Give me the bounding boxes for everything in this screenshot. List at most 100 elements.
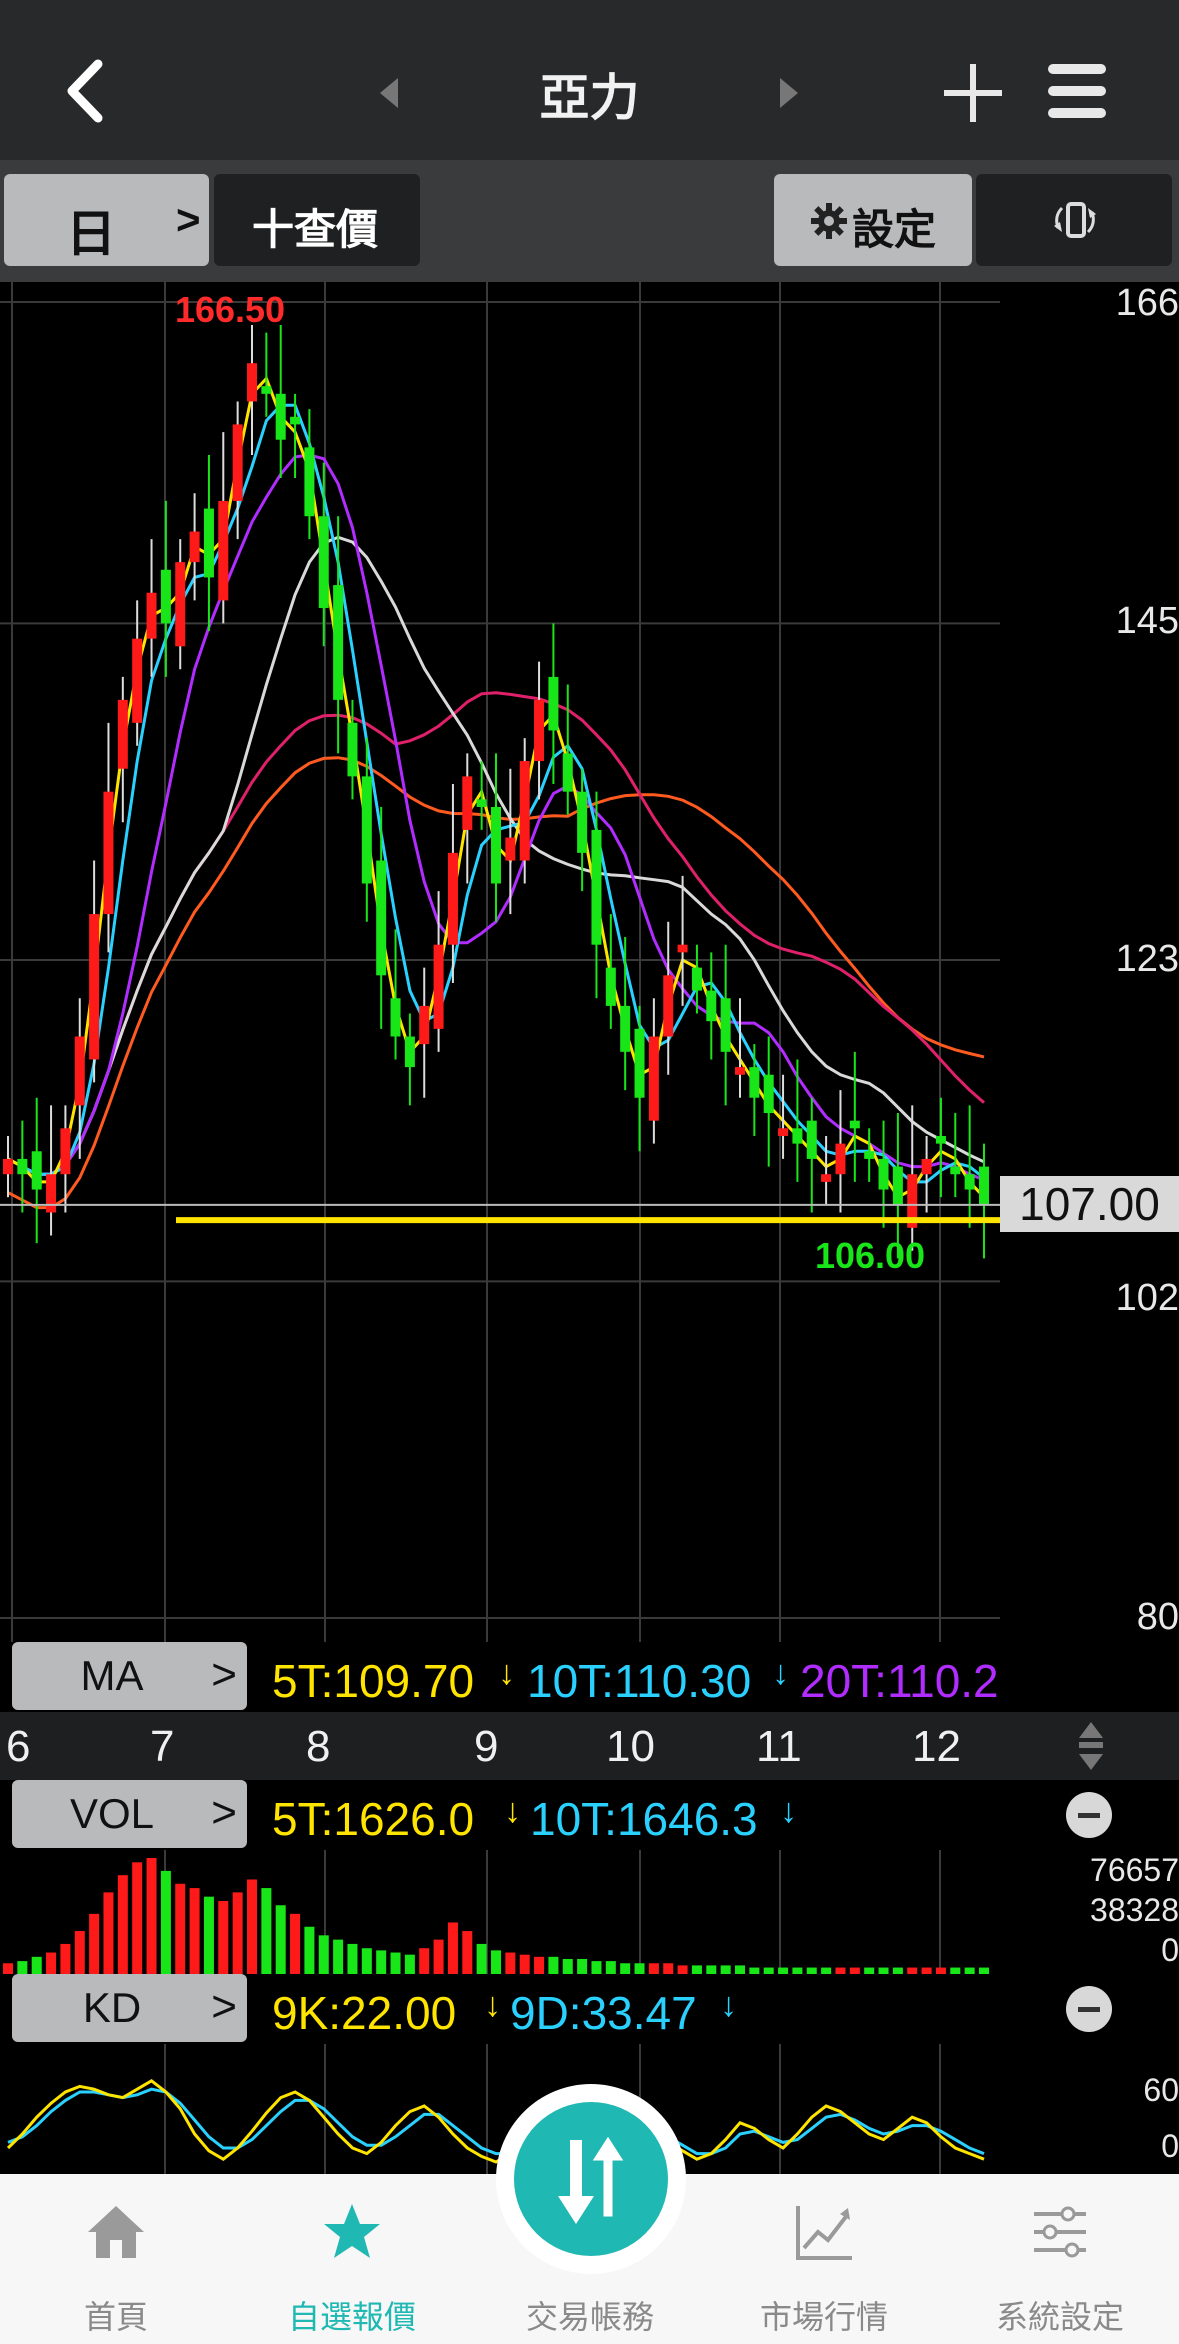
volume-bar [677, 1965, 688, 1974]
candle-body [778, 1128, 789, 1136]
volume-bar [203, 1896, 214, 1974]
triangle-right-icon[interactable] [776, 76, 800, 110]
volume-bar [103, 1892, 114, 1974]
volume-pane [0, 1850, 1000, 1974]
candle-body [648, 1036, 659, 1121]
period-label: 日 [66, 206, 116, 262]
kd-button[interactable]: KD > [12, 1974, 247, 2042]
candle-body [577, 791, 588, 853]
candle-body [821, 1174, 832, 1182]
candle-body [347, 722, 358, 777]
volume-tick: 38328 [1090, 1892, 1179, 1928]
volume-bar [318, 1935, 329, 1974]
candle-body [892, 1166, 903, 1205]
candle-body [505, 837, 516, 861]
candle-body [849, 1120, 860, 1129]
vol-button[interactable]: VOL > [12, 1780, 247, 1848]
ma5-arrow-icon: ↓ [498, 1654, 515, 1692]
candle-body [691, 967, 702, 991]
volume-bar [462, 1931, 473, 1974]
candle-body [979, 1166, 989, 1205]
volume-bar [591, 1961, 602, 1974]
candle-body [275, 393, 286, 440]
volume-bar [60, 1943, 71, 1974]
candle-body [404, 1036, 415, 1068]
price-tick-label: 145 [1115, 600, 1179, 642]
volume-bar [419, 1948, 430, 1974]
tab-settings[interactable]: 系統設定 [960, 2174, 1160, 2344]
tab-settings-label: 系統設定 [995, 2299, 1124, 2335]
candle-body [89, 914, 100, 1060]
candle-body [720, 998, 731, 1052]
volume-bar [361, 1948, 372, 1974]
gear-icon [811, 203, 847, 239]
volume-bar [519, 1954, 530, 1974]
vol10-value: 10T:1646.3 [530, 1793, 758, 1845]
candle-body [462, 776, 473, 830]
k-value: 9K:22.00 [272, 1987, 457, 2039]
candle-body [964, 1174, 975, 1190]
collapse-kd-icon[interactable] [1066, 1986, 1112, 2032]
candle-body [333, 585, 344, 700]
volume-axis: 76657 38328 0 [1000, 1850, 1179, 1974]
volume-bar [634, 1963, 645, 1974]
candle-body [60, 1128, 71, 1175]
candle-body [419, 1005, 430, 1045]
volume-bar [146, 1858, 157, 1974]
tab-home-label: 首頁 [83, 2299, 148, 2335]
candle-body [476, 799, 487, 807]
tab-market-label: 市場行情 [759, 2299, 888, 2335]
volume-bar [447, 1922, 458, 1974]
volume-bar [117, 1875, 128, 1974]
candle-body [390, 998, 401, 1037]
d-line [7, 2087, 985, 2156]
ma5-value: 5T:109.70 [272, 1655, 475, 1707]
candle-body [935, 1135, 946, 1144]
plus-icon[interactable] [942, 62, 1004, 124]
rotate-button[interactable] [976, 174, 1172, 266]
candle-body [562, 753, 573, 792]
candle-body [318, 516, 329, 609]
candle-body [950, 1166, 961, 1175]
candle-body [620, 1005, 631, 1052]
month-tick: 11 [756, 1722, 802, 1771]
price-chart-pane[interactable]: 166.50 106.00 [0, 282, 1000, 1642]
price-chart[interactable]: 166.50 106.00 [0, 282, 1000, 1642]
sliders-icon [1034, 2206, 1086, 2258]
trade-fab-button[interactable] [514, 2102, 668, 2256]
month-tick: 9 [474, 1722, 499, 1771]
volume-bar [175, 1883, 186, 1974]
ma20-value: 20T:110.2 [800, 1655, 999, 1707]
candle-body [591, 829, 602, 945]
volume-chart [3, 1850, 989, 1974]
candle-body [132, 638, 143, 723]
settings-button[interactable]: 設定 [774, 174, 972, 266]
candle-body [103, 791, 114, 915]
resize-handle-icon[interactable] [1076, 1720, 1106, 1772]
period-button[interactable]: 日 > [4, 174, 209, 266]
hamburger-icon[interactable] [1046, 62, 1108, 122]
candle-body [74, 1036, 85, 1106]
query-price-button[interactable]: 十查價 [214, 174, 420, 266]
volume-bar [46, 1952, 57, 1974]
trade-arrows-icon [558, 2132, 629, 2224]
tab-market[interactable]: 市場行情 [724, 2174, 924, 2344]
candle-body [3, 1158, 13, 1175]
volume-bar [534, 1956, 545, 1974]
volume-bar [3, 1963, 13, 1974]
tab-home[interactable]: 首頁 [16, 2174, 216, 2344]
last-price-tag: 107.00 [1000, 1176, 1179, 1232]
chevron-right-icon: > [211, 1650, 237, 1699]
candle-body [117, 699, 128, 769]
month-tick: 12 [912, 1722, 961, 1771]
tab-watchlist[interactable]: 自選報價 [252, 2174, 452, 2344]
collapse-vol-icon[interactable] [1066, 1792, 1112, 1838]
candle-body [218, 500, 229, 601]
high-price-label: 166.50 [175, 289, 285, 330]
star-icon [324, 2204, 380, 2258]
volume-bar [404, 1954, 415, 1974]
volume-bar [562, 1958, 573, 1974]
volume-bar [347, 1943, 358, 1974]
ma-button[interactable]: MA > [12, 1642, 247, 1710]
candle-body [304, 447, 315, 517]
